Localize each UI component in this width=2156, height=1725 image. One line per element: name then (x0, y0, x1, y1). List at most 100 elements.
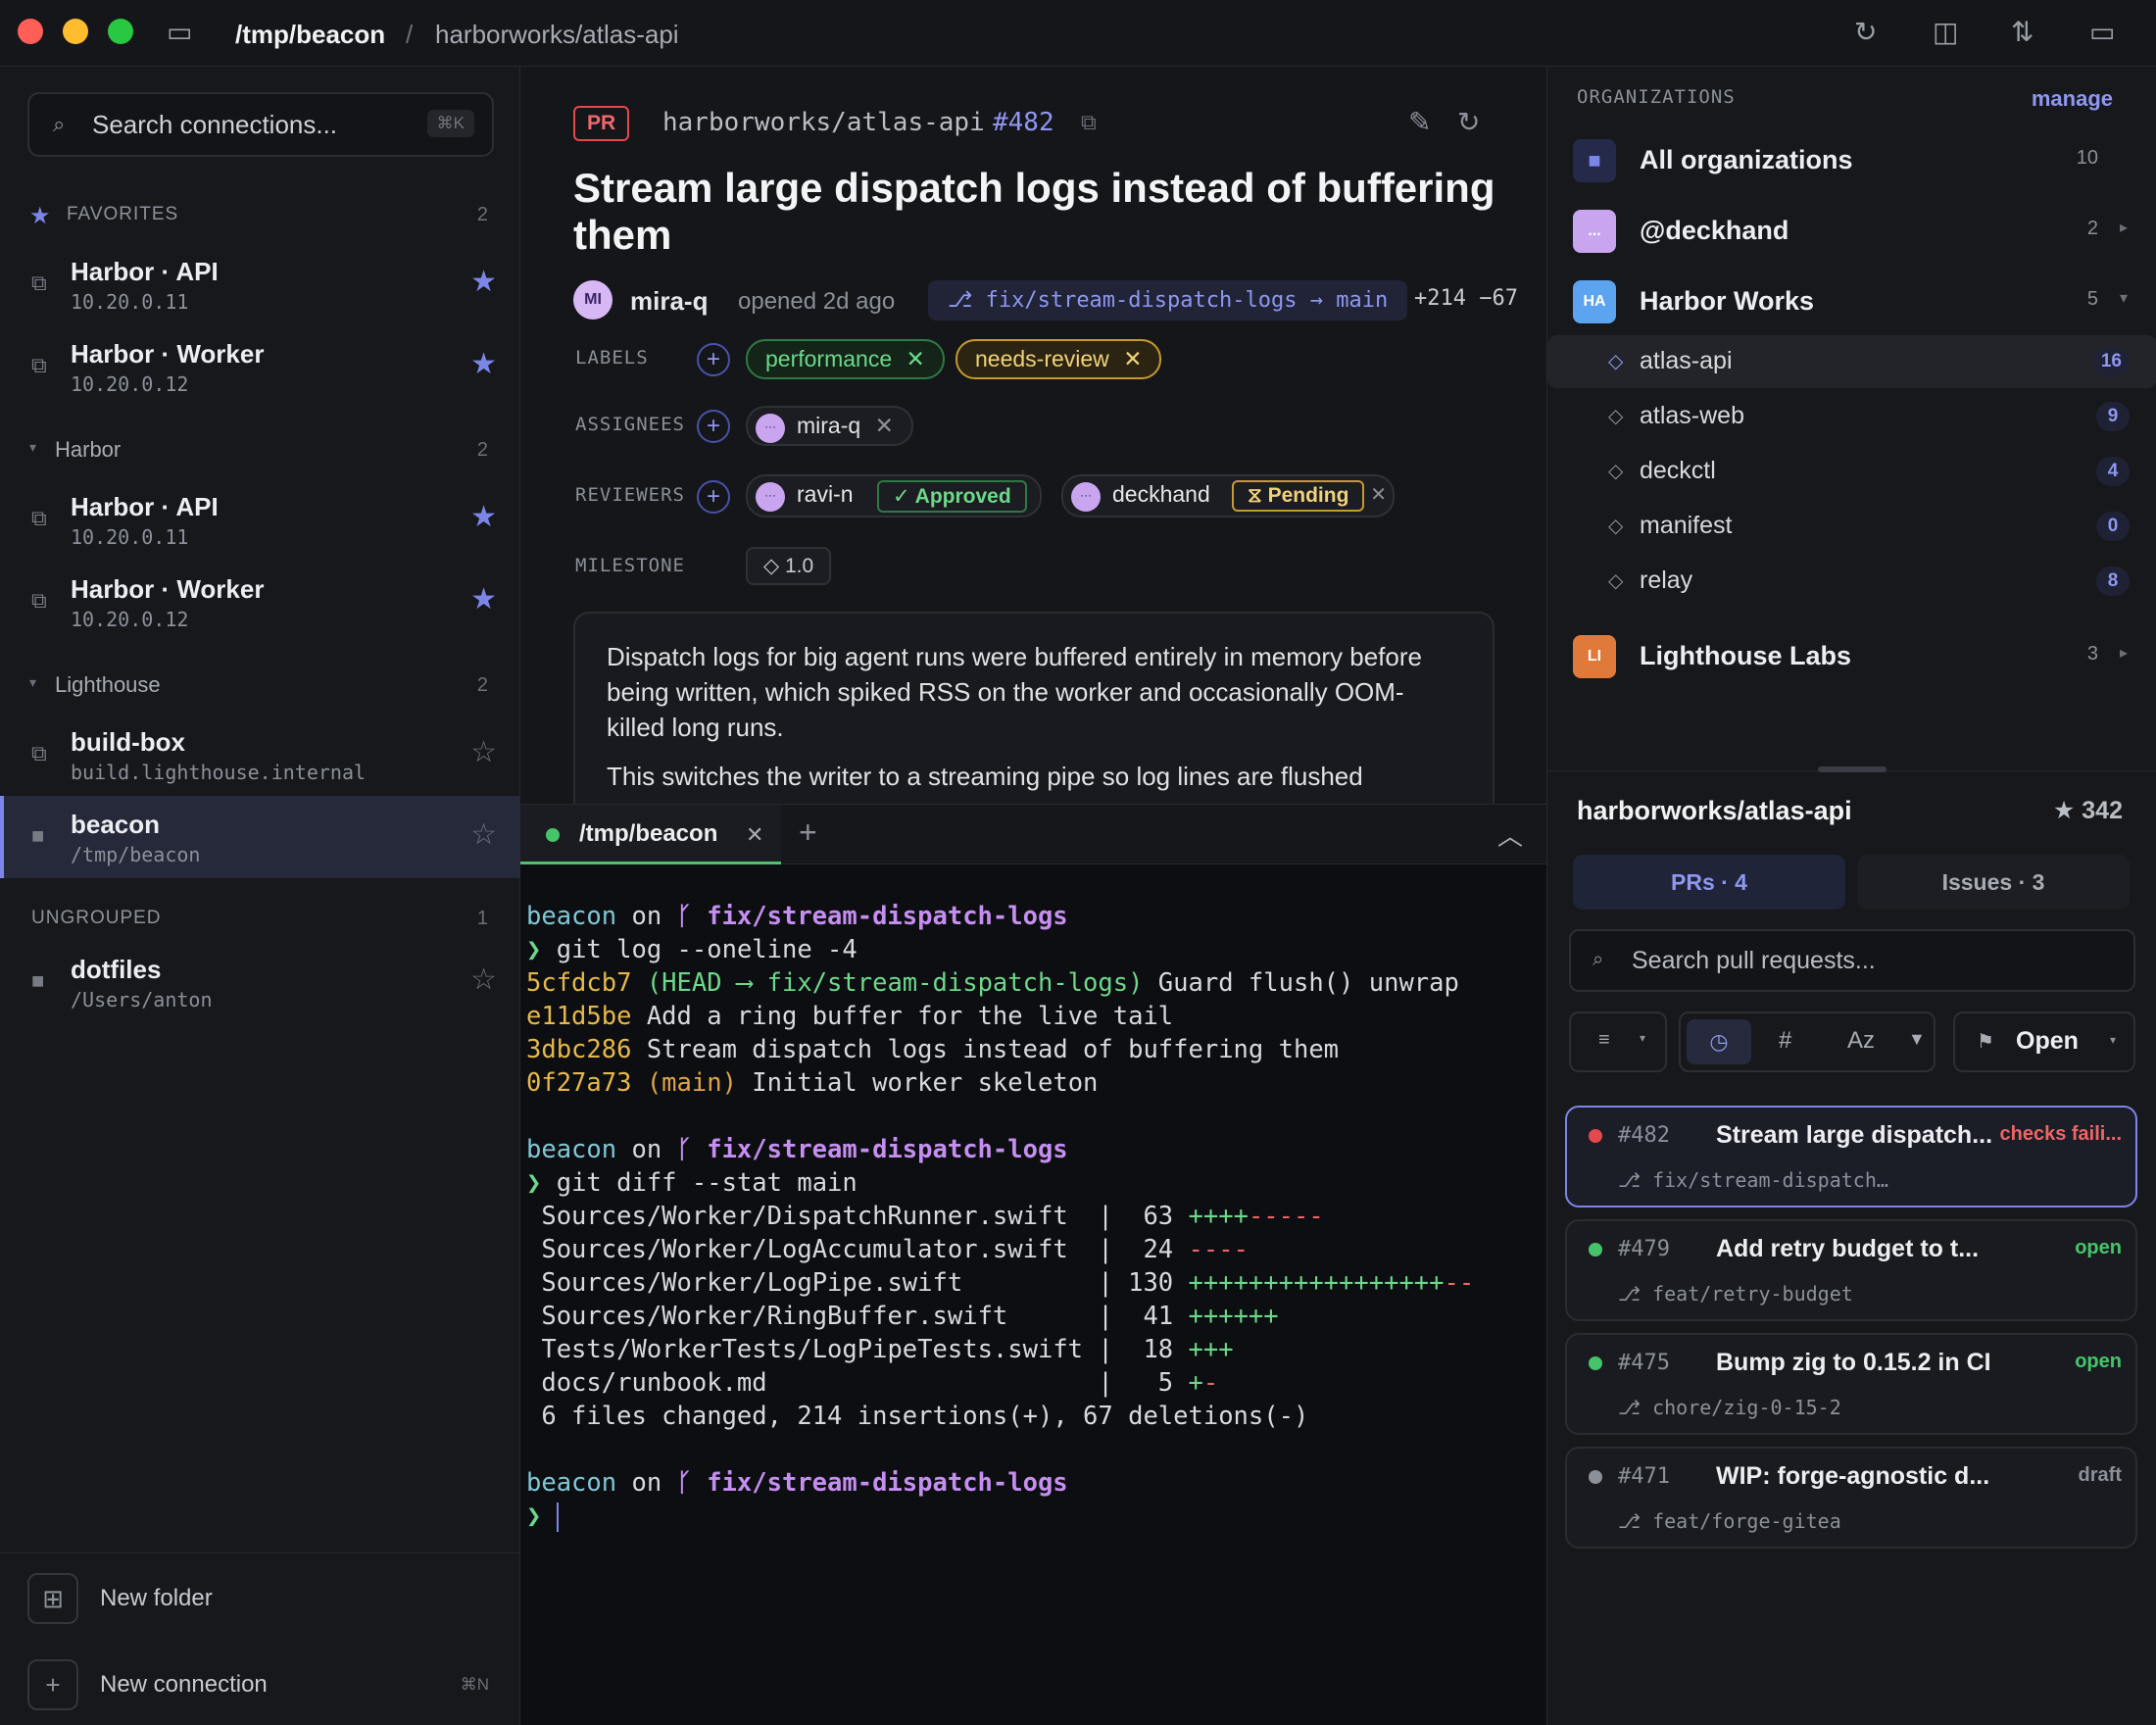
group-favorites-label[interactable]: FAVORITES (67, 204, 178, 225)
manage-orgs-link[interactable]: manage (2032, 86, 2113, 112)
pr-description: Dispatch logs for big agent runs were bu… (573, 612, 1494, 804)
right-panel-toggle-icon[interactable]: ▭ (2089, 16, 2115, 48)
chevron-right-icon[interactable]: ▸ (2120, 643, 2128, 663)
diffstat-file: Sources/Worker/RingBuffer.swift | 41 (526, 1302, 1189, 1331)
org-harbor-works[interactable]: HA Harbor Works 5 ▾ (1547, 269, 2156, 337)
reviewer-chip-deckhand[interactable]: ··· deckhand ⧖ Pending ✕ (1061, 474, 1395, 518)
minimize-window-button[interactable] (63, 19, 88, 44)
edit-icon[interactable]: ✎ (1408, 106, 1431, 138)
refresh-icon[interactable]: ↻ (1457, 106, 1480, 138)
pr-card-branch: ⎇ fix/stream-dispatch… (1618, 1168, 1888, 1192)
split-view-icon[interactable]: ◫ (1933, 16, 1958, 48)
group-ungrouped-label[interactable]: UNGROUPED (31, 908, 162, 929)
sort-by-name-button[interactable]: Az (1847, 1027, 1875, 1055)
zoom-window-button[interactable] (108, 19, 133, 44)
connection-build-box[interactable]: ⧉ build-box build.lighthouse.internal ☆ (0, 714, 520, 796)
diffstat-file: Sources/Worker/DispatchRunner.swift | 63 (526, 1202, 1189, 1231)
star-filled-icon[interactable]: ★ (470, 347, 497, 381)
star-filled-icon[interactable]: ★ (470, 582, 497, 616)
group-lighthouse-label[interactable]: Lighthouse (55, 672, 161, 698)
add-reviewer-button[interactable]: + (697, 480, 730, 514)
repo-manifest[interactable]: ◇ manifest 0 (1547, 500, 2156, 553)
terminal-output[interactable]: beacon on ᚴ fix/stream-dispatch-logs ❯ g… (520, 864, 1546, 1725)
copy-icon[interactable]: ⧉ (1081, 110, 1097, 135)
repo-atlas-web[interactable]: ◇ atlas-web 9 (1547, 390, 2156, 443)
sort-by-time-icon[interactable]: ◷ (1687, 1019, 1751, 1064)
new-connection-button[interactable]: New connection (100, 1671, 268, 1699)
search-connections-input[interactable]: ⌕ Search connections... ⌘K (27, 92, 494, 157)
star-outline-icon[interactable]: ☆ (470, 962, 497, 997)
repo-deckctl[interactable]: ◇ deckctl 4 (1547, 445, 2156, 498)
sort-direction-icon[interactable]: ▼ (1908, 1029, 1926, 1050)
sort-by-number-button[interactable]: # (1779, 1027, 1791, 1055)
sidebar-toggle-icon[interactable]: ▭ (167, 16, 192, 48)
branch-chip[interactable]: ⎇ fix/stream-dispatch-logs → main (928, 280, 1408, 320)
list-options-button[interactable]: ≡ ▾ (1569, 1011, 1667, 1072)
group-chevron-icon[interactable]: ▾ (29, 439, 36, 456)
diffstat-line: Sources/Worker/DispatchRunner.swift | 63… (526, 1200, 1546, 1233)
diffstat-minus: - (1202, 1368, 1219, 1398)
terminal-tab-beacon[interactable]: /tmp/beacon ✕ (520, 805, 781, 865)
add-assignee-button[interactable]: + (697, 410, 730, 443)
tab-prs[interactable]: PRs · 4 (1573, 855, 1845, 910)
pr-card-475[interactable]: #475 Bump zig to 0.15.2 in CI open ⎇ cho… (1565, 1333, 2137, 1435)
repo-atlas-api[interactable]: ◇ atlas-api 16 (1547, 335, 2156, 388)
pr-author[interactable]: mira-q (630, 286, 708, 317)
star-outline-icon[interactable]: ☆ (470, 817, 497, 852)
terminal-input-line[interactable]: ❯ (526, 1500, 1546, 1533)
session-status-dot (546, 828, 560, 842)
add-label-button[interactable]: + (697, 343, 730, 376)
pr-card-482[interactable]: #482 Stream large dispatch... checks fai… (1565, 1106, 2137, 1208)
label-chip-performance[interactable]: performance ✕ (746, 339, 945, 379)
connection-harbor-api-fav[interactable]: ⧉ Harbor · API 10.20.0.11 ★ (0, 243, 520, 325)
search-pull-requests-input[interactable]: ⌕ Search pull requests... (1569, 929, 2135, 992)
pr-repo[interactable]: harborworks/atlas-api (662, 108, 985, 137)
breadcrumb-repo[interactable]: harborworks/atlas-api (435, 20, 679, 50)
chevron-down-icon[interactable]: ▾ (2120, 288, 2128, 308)
star-filled-icon[interactable]: ★ (470, 500, 497, 534)
remove-icon[interactable]: ✕ (906, 346, 925, 371)
org-deckhand[interactable]: ... @deckhand 2 ▸ (1547, 198, 2156, 267)
remove-icon[interactable]: ✕ (875, 413, 894, 438)
org-all[interactable]: ■ All organizations 10 (1547, 127, 2156, 196)
pr-card-471[interactable]: #471 WIP: forge-agnostic d... draft ⎇ fe… (1565, 1447, 2137, 1549)
star-filled-icon[interactable]: ★ (470, 265, 497, 299)
pr-card-479[interactable]: #479 Add retry budget to t... open ⎇ fea… (1565, 1219, 2137, 1321)
chevron-right-icon[interactable]: ▸ (2120, 218, 2128, 237)
pr-badge: PR (573, 106, 630, 141)
org-lighthouse-labs[interactable]: LI Lighthouse Labs 3 ▸ (1547, 623, 2156, 692)
milestone-chip[interactable]: ◇ 1.0 (746, 547, 832, 585)
connection-dotfiles[interactable]: ■ dotfiles /Users/anton ☆ (0, 941, 520, 1023)
group-chevron-icon[interactable]: ▾ (29, 674, 36, 691)
breadcrumb-path[interactable]: /tmp/beacon (235, 20, 385, 50)
assignee-chip[interactable]: ··· mira-q ✕ (746, 406, 913, 446)
star-outline-icon[interactable]: ☆ (470, 735, 497, 769)
state-filter-dropdown[interactable]: ⚑ Open ▾ (1953, 1011, 2135, 1072)
new-tab-icon[interactable]: + (799, 814, 817, 851)
new-connection-icon[interactable]: + (27, 1659, 78, 1710)
sort-arrows-icon[interactable]: ⇅ (2011, 16, 2034, 48)
search-placeholder: Search pull requests... (1632, 947, 1876, 974)
new-folder-button[interactable]: New folder (100, 1585, 213, 1612)
close-window-button[interactable] (18, 19, 43, 44)
reviewer-chip-ravi[interactable]: ··· ravi-n ✓ Approved (746, 474, 1042, 518)
prompt-on: on (616, 902, 677, 931)
tab-issues[interactable]: Issues · 3 (1857, 855, 2130, 910)
remove-icon[interactable]: ✕ (1370, 482, 1387, 507)
pr-number[interactable]: #482 (993, 108, 1054, 137)
connection-beacon[interactable]: ■ beacon /tmp/beacon ☆ (0, 796, 520, 878)
collapse-terminal-icon[interactable]: ︿ (1497, 816, 1523, 853)
close-tab-icon[interactable]: ✕ (746, 822, 763, 848)
refresh-icon[interactable]: ↻ (1854, 16, 1877, 48)
resize-handle[interactable] (1818, 766, 1886, 772)
new-folder-icon[interactable]: ⊞ (27, 1573, 78, 1624)
group-harbor-label[interactable]: Harbor (55, 437, 121, 463)
connection-harbor-api[interactable]: ⧉ Harbor · API 10.20.0.11 ★ (0, 478, 520, 561)
connection-harbor-worker[interactable]: ⧉ Harbor · Worker 10.20.0.12 ★ (0, 561, 520, 643)
diffstat-line: Tests/WorkerTests/LogPipeTests.swift | 1… (526, 1333, 1546, 1366)
label-chip-needs-review[interactable]: needs-review ✕ (956, 339, 1162, 379)
remove-icon[interactable]: ✕ (1123, 346, 1142, 371)
repo-relay[interactable]: ◇ relay 8 (1547, 555, 2156, 608)
connection-harbor-worker-fav[interactable]: ⧉ Harbor · Worker 10.20.0.12 ★ (0, 325, 520, 408)
